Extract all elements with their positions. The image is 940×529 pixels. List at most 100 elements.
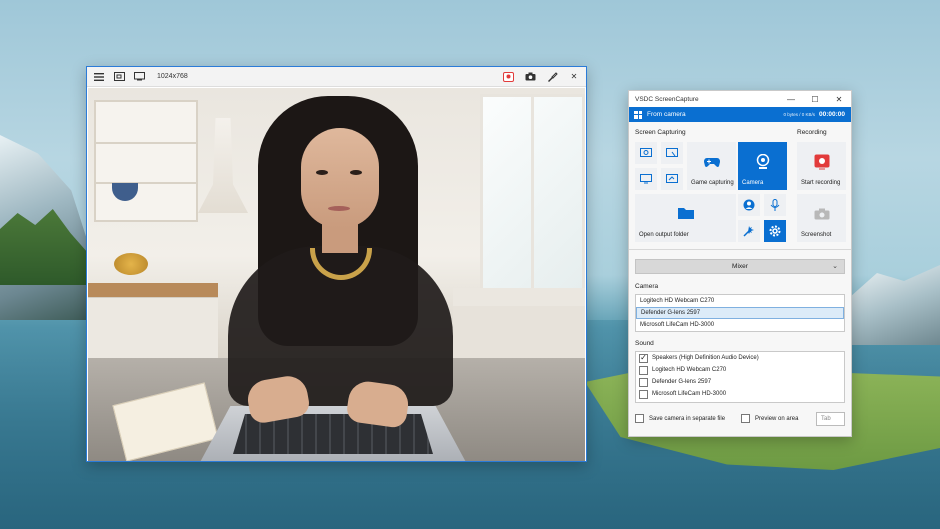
sound-device-checkbox[interactable]: ✓: [639, 353, 648, 363]
sound-section-label: Sound: [635, 340, 654, 347]
sound-device-item[interactable]: Logitech HD Webcam C270: [636, 364, 844, 376]
recording-label: Recording: [797, 129, 827, 136]
options-row: Save camera in separate file Preview on …: [635, 411, 845, 426]
sound-device-item[interactable]: Microsoft LifeCam HD-3000: [636, 388, 844, 400]
range-hood: [198, 118, 248, 213]
region-capture-button[interactable]: [635, 142, 657, 164]
screencapture-window: VSDC ScreenCapture — ☐ ✕ From camera 0 b…: [628, 90, 852, 437]
preview-on-area-checkbox[interactable]: [741, 414, 751, 423]
fullscreen-capture-button[interactable]: [635, 168, 657, 190]
screenshot-camera-icon: [814, 208, 829, 220]
kitchen-shelf: [94, 100, 198, 222]
resolution-label: 1024x768: [157, 73, 188, 80]
mountain-right: [850, 265, 940, 345]
record-cam-icon[interactable]: [500, 69, 516, 85]
hotkey-placeholder: Tab: [821, 415, 831, 422]
settings-button[interactable]: [764, 220, 786, 242]
camera-device-label: Microsoft LifeCam HD-3000: [640, 322, 715, 328]
source-bar[interactable]: From camera 0 bytes / 0 KB/s 00:00:00: [629, 107, 851, 122]
person-eye-right: [350, 170, 362, 175]
recording-timer: 00:00:00: [818, 111, 845, 118]
start-recording-button[interactable]: Start recording: [797, 142, 846, 190]
sound-device-checkbox[interactable]: [639, 377, 648, 387]
menu-icon[interactable]: [91, 69, 107, 85]
camera-preview-window: 1024x768 ✕: [86, 66, 587, 462]
screenshot-label: Screenshot: [801, 232, 832, 238]
gamepad-icon: [703, 157, 720, 167]
cursor-icon: [743, 226, 754, 237]
microphone-icon: [770, 198, 780, 211]
window-title: VSDC ScreenCapture: [635, 95, 699, 103]
minimize-button[interactable]: —: [779, 91, 803, 107]
game-capturing-button[interactable]: Game capturing: [687, 142, 736, 190]
fullscreen-capture-icon: [640, 174, 652, 184]
open-output-folder-label: Open output folder: [639, 232, 689, 238]
camera-video-frame: [88, 88, 585, 461]
region-capture-icon: [640, 148, 652, 157]
bytes-info: 0 bytes / 0 KB/s: [783, 112, 815, 117]
folder-icon: [677, 208, 694, 219]
person-mouth: [328, 206, 350, 211]
person-eye-left: [316, 170, 328, 175]
kitchen-window: [480, 94, 585, 294]
close-icon: ✕: [835, 94, 843, 104]
brush-icon[interactable]: [544, 69, 560, 85]
sound-device-checkbox[interactable]: [639, 365, 648, 375]
camera-device-label: Logitech HD Webcam C270: [640, 298, 715, 304]
area-capture-icon: [666, 174, 678, 183]
gold-plate: [114, 253, 148, 275]
microphone-button[interactable]: [764, 194, 786, 216]
open-output-folder-button[interactable]: Open output folder: [635, 194, 736, 242]
webcam-overlay-button[interactable]: [738, 194, 760, 216]
record-icon: [814, 154, 829, 170]
camera-section-label: Camera: [635, 283, 659, 290]
hotkey-input[interactable]: Tab: [816, 411, 845, 426]
counter-right: [453, 288, 585, 306]
camera-source-button[interactable]: Camera: [738, 142, 787, 190]
sound-device-label: Logitech HD Webcam C270: [652, 367, 727, 373]
chevron-down-icon: ⌄: [832, 263, 838, 270]
webcam-icon: [756, 154, 769, 169]
user-icon: [743, 199, 755, 211]
close-icon[interactable]: ✕: [566, 69, 582, 85]
preview-on-area-label: Preview on area: [755, 415, 799, 422]
maximize-icon: ☐: [811, 94, 819, 104]
titlebar: VSDC ScreenCapture — ☐ ✕: [629, 91, 851, 107]
start-recording-label: Start recording: [801, 180, 841, 186]
monitor-icon[interactable]: [131, 69, 147, 85]
source-label: From camera: [647, 111, 686, 118]
gear-icon: [769, 225, 781, 237]
camera-device-item-selected[interactable]: Defender G-lens 2597: [636, 307, 844, 319]
sound-device-item[interactable]: Defender G-lens 2597: [636, 376, 844, 388]
camera-icon[interactable]: [522, 69, 538, 85]
cursor-effects-button[interactable]: [738, 220, 760, 242]
region-select-icon[interactable]: [111, 69, 127, 85]
save-camera-checkbox[interactable]: [635, 414, 644, 423]
sound-device-list[interactable]: ✓ Speakers (High Definition Audio Device…: [635, 351, 845, 403]
close-button[interactable]: ✕: [827, 91, 851, 107]
sound-device-checkbox[interactable]: [639, 389, 648, 399]
camera-device-list[interactable]: Logitech HD Webcam C270 Defender G-lens …: [635, 294, 845, 332]
camera-device-label: Defender G-lens 2597: [641, 310, 701, 316]
person-face: [301, 128, 379, 228]
sound-device-label: Defender G-lens 2597: [652, 379, 712, 385]
mixer-dropdown[interactable]: Mixer ⌄: [635, 259, 845, 274]
close-glyph: ✕: [570, 72, 578, 81]
screen-capturing-label: Screen Capturing: [635, 129, 686, 136]
mixer-label: Mixer: [732, 263, 748, 270]
save-camera-label: Save camera in separate file: [649, 415, 726, 422]
maximize-button[interactable]: ☐: [803, 91, 827, 107]
camera-device-item[interactable]: Logitech HD Webcam C270: [636, 295, 844, 307]
sound-device-item[interactable]: ✓ Speakers (High Definition Audio Device…: [636, 352, 844, 364]
minimize-icon: —: [787, 94, 795, 104]
window-capture-icon: [666, 148, 678, 157]
cabinets-left: [88, 297, 218, 367]
windows-grid-icon: [634, 110, 642, 119]
screenshot-button[interactable]: Screenshot: [797, 194, 846, 242]
counter-left: [88, 283, 218, 297]
camera-device-item[interactable]: Microsoft LifeCam HD-3000: [636, 319, 844, 331]
window-capture-button[interactable]: [661, 142, 683, 164]
camera-label: Camera: [742, 180, 764, 186]
sound-device-label: Microsoft LifeCam HD-3000: [652, 391, 727, 397]
area-capture-button[interactable]: [661, 168, 683, 190]
